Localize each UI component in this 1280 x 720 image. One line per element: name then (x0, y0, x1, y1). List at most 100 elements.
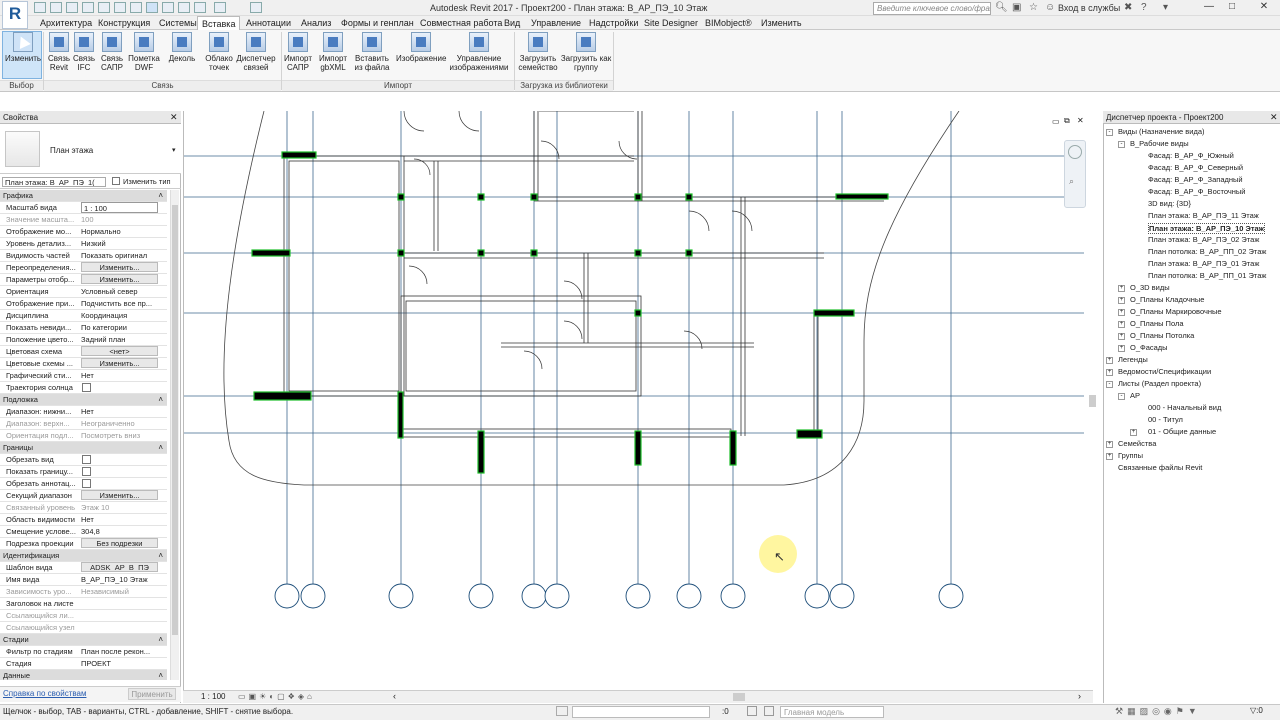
sync-icon[interactable] (66, 2, 78, 13)
print-icon[interactable] (114, 2, 126, 13)
property-row[interactable]: Стадия ПРОЕКТ (0, 658, 167, 670)
collapse-icon[interactable]: ˄ (158, 190, 163, 201)
tree-toggle-icon[interactable]: + (1118, 333, 1125, 340)
property-row[interactable]: Показать границу... (0, 466, 167, 478)
save-icon[interactable] (50, 2, 62, 13)
property-row[interactable]: Обрезать вид (0, 454, 167, 466)
tree-toggle-icon[interactable]: + (1118, 285, 1125, 292)
property-row[interactable]: Уровень детализ... Низкий (0, 238, 167, 250)
property-row[interactable]: Зависимость уро... Независимый (0, 586, 167, 598)
property-row[interactable]: Цветовые схемы ... Изменить... (0, 358, 167, 370)
login-link[interactable]: Вход в службы (1058, 3, 1120, 13)
view-restore-icon[interactable]: ⧉ (1064, 116, 1070, 126)
close-icon[interactable]: ✕ (1252, 1, 1276, 15)
worksets-icon[interactable] (556, 706, 568, 716)
property-row[interactable]: Переопределения... Изменить... (0, 262, 167, 274)
tree-toggle-icon[interactable]: + (1118, 297, 1125, 304)
import-gbxml-button[interactable]: Импорт gbXML (316, 32, 350, 72)
property-row[interactable]: Секущий диапазон Изменить... (0, 490, 167, 502)
steering-wheel-icon[interactable] (1068, 145, 1082, 159)
property-checkbox[interactable] (82, 383, 91, 392)
property-button[interactable]: Без подрезки (81, 538, 158, 548)
view-control-icons[interactable]: ▭▣☀◐▢❖◈⌂ (238, 692, 315, 701)
collapse-icon[interactable]: ˄ (158, 634, 163, 645)
tree-toggle-icon[interactable]: + (1106, 369, 1113, 376)
tree-toggle-icon[interactable]: - (1118, 141, 1125, 148)
view-scale[interactable]: 1 : 100 (201, 692, 225, 701)
undo-icon[interactable] (82, 2, 94, 13)
property-row[interactable]: Траектория солнца (0, 382, 167, 394)
scroll-left-icon[interactable]: ‹ (393, 691, 396, 701)
tab-9[interactable]: Управление (527, 16, 585, 30)
tree-toggle-icon[interactable]: - (1106, 381, 1113, 388)
editable-only-icon[interactable] (747, 706, 757, 716)
link-ifc-button[interactable]: Связь IFC (71, 32, 97, 72)
link-cad-button[interactable]: Связь САПР (98, 32, 126, 72)
tree-toggle-icon[interactable]: + (1118, 321, 1125, 328)
property-row[interactable]: Область видимости Нет (0, 514, 167, 526)
3d-view-icon[interactable] (162, 2, 174, 13)
collapse-icon[interactable]: ˄ (158, 670, 163, 680)
property-row[interactable]: Связанный уровень Этаж 10 (0, 502, 167, 514)
search-input[interactable]: Введите ключевое слово/фразу (873, 2, 991, 15)
browser-item[interactable]: Фасад: В_АР_Ф_Южный (1148, 151, 1234, 160)
browser-item[interactable]: План этажа: В_АР_ПЭ_01 Этаж (1148, 259, 1259, 268)
minimize-icon[interactable]: — (1197, 1, 1221, 15)
view-minimize-icon[interactable]: ▭ (1052, 117, 1060, 126)
browser-item[interactable]: В_Рабочие виды (1130, 139, 1189, 148)
link-revit-button[interactable]: Связь Revit (47, 32, 71, 72)
collapse-icon[interactable]: ˄ (158, 550, 163, 561)
browser-item[interactable]: Легенды (1118, 355, 1148, 364)
browser-item[interactable]: 00 - Титул (1148, 415, 1183, 424)
section-icon[interactable] (178, 2, 190, 13)
tree-toggle-icon[interactable]: - (1118, 393, 1125, 400)
load-family-button[interactable]: Загрузить семейство (518, 32, 558, 72)
browser-item[interactable]: О_Фасады (1130, 343, 1168, 352)
property-button[interactable]: <нет> (81, 346, 158, 356)
collapse-icon[interactable]: ˄ (158, 394, 163, 405)
browser-item[interactable]: 3D вид: {3D} (1148, 199, 1191, 208)
decal-button[interactable]: Деколь (168, 32, 196, 63)
qat-customize-icon[interactable] (250, 2, 262, 13)
maximize-icon[interactable]: □ (1220, 1, 1244, 15)
property-row[interactable]: Ссылающийся узел (0, 622, 167, 634)
property-row[interactable]: Дисциплина Координация (0, 310, 167, 322)
property-category[interactable]: Стадии ˄ (0, 634, 167, 646)
browser-item[interactable]: План этажа: В_АР_ПЭ_10 Этаж (1148, 223, 1265, 234)
canvas-hscroll-thumb[interactable] (733, 693, 745, 701)
type-dropdown-icon[interactable]: ▾ (172, 146, 176, 154)
dwf-markup-button[interactable]: Пометка DWF (127, 32, 161, 72)
browser-item[interactable]: 000 - Начальный вид (1148, 403, 1221, 412)
property-row[interactable]: Графический сти... Нет (0, 370, 167, 382)
browser-item[interactable]: Виды (Назначение вида) (1118, 127, 1205, 136)
property-row[interactable]: Отображение при... Подчистить все пр... (0, 298, 167, 310)
modify-button[interactable]: Изменить (4, 32, 42, 63)
text-icon[interactable] (146, 2, 158, 13)
browser-item[interactable]: Ведомости/Спецификации (1118, 367, 1211, 376)
property-category[interactable]: Границы ˄ (0, 442, 167, 454)
tab-12[interactable]: BIMobject® (701, 16, 756, 30)
user-icon[interactable]: ☺ (1045, 2, 1055, 13)
browser-item[interactable]: 01 - Общие данные (1148, 427, 1216, 436)
view-instance-selector[interactable]: План этажа: В_АР_ПЭ_1( (2, 177, 106, 187)
browser-item[interactable]: О_Планы Пола (1130, 319, 1184, 328)
load-as-group-button[interactable]: Загрузить как группу (560, 32, 612, 72)
help-dropdown-icon[interactable]: ▾ (1163, 2, 1168, 13)
manage-links-button[interactable]: Диспетчер связей (235, 32, 277, 72)
browser-close-icon[interactable]: ✕ (1270, 112, 1278, 123)
tab-1[interactable]: Конструкция (94, 16, 154, 30)
measure-icon[interactable] (130, 2, 142, 13)
property-row[interactable]: Масштаб вида 1 : 100 (0, 202, 167, 214)
image-button[interactable]: Изображение (396, 32, 446, 63)
property-checkbox[interactable] (82, 479, 91, 488)
browser-item[interactable]: Фасад: В_АР_Ф_Восточный (1148, 187, 1245, 196)
property-button[interactable]: Изменить... (81, 358, 158, 368)
browser-item[interactable]: АР (1130, 391, 1140, 400)
switch-windows-icon[interactable] (214, 2, 226, 13)
scroll-right-icon[interactable]: › (1078, 691, 1081, 701)
property-row[interactable]: Подрезка проекции Без подрезки (0, 538, 167, 550)
tab-6[interactable]: Формы и генплан (337, 16, 418, 30)
property-button[interactable]: ADSK_АР_В_ПЭ (81, 562, 158, 572)
property-row[interactable]: Показать невиди... По категории (0, 322, 167, 334)
property-row[interactable]: Отображение мо... Нормально (0, 226, 167, 238)
